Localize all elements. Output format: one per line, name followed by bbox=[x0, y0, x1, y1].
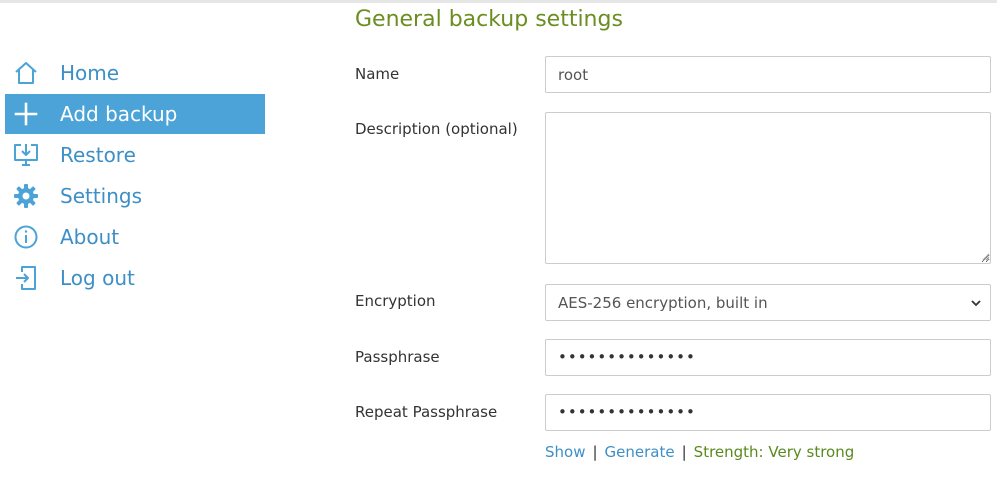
name-input[interactable] bbox=[545, 56, 991, 93]
sidebar-item-label: Settings bbox=[60, 184, 143, 208]
sidebar-item-about[interactable]: About bbox=[5, 217, 265, 257]
description-label: Description (optional) bbox=[355, 120, 518, 138]
top-border bbox=[0, 0, 997, 3]
resize-grip-icon[interactable] bbox=[980, 251, 990, 261]
sidebar-item-label: About bbox=[60, 225, 120, 249]
name-label: Name bbox=[355, 65, 400, 83]
sidebar-item-label: Home bbox=[60, 61, 120, 85]
chevron-down-icon bbox=[970, 297, 982, 309]
sidebar-item-label: Restore bbox=[60, 143, 136, 167]
passphrase-input[interactable]: •••••••••••••• bbox=[545, 339, 991, 376]
gear-icon bbox=[13, 183, 39, 209]
sidebar-item-home[interactable]: Home bbox=[5, 53, 265, 93]
page-title: General backup settings bbox=[355, 7, 623, 32]
sidebar-item-logout[interactable]: Log out bbox=[5, 258, 265, 298]
encryption-selected-value: AES-256 encryption, built in bbox=[558, 294, 768, 312]
repeat-passphrase-input[interactable]: •••••••••••••• bbox=[545, 394, 991, 431]
encryption-label: Encryption bbox=[355, 292, 436, 310]
sidebar-item-add-backup[interactable]: Add backup bbox=[5, 94, 265, 134]
logout-icon bbox=[13, 265, 39, 291]
info-icon bbox=[13, 224, 39, 250]
encryption-select[interactable]: AES-256 encryption, built in bbox=[545, 284, 991, 321]
passphrase-actions: Show | Generate | Strength: Very strong bbox=[545, 442, 854, 462]
strength-indicator: Strength: Very strong bbox=[693, 443, 855, 461]
generate-link[interactable]: Generate bbox=[605, 443, 675, 461]
sidebar-item-label: Log out bbox=[60, 266, 135, 290]
repeat-passphrase-label: Repeat Passphrase bbox=[355, 403, 498, 421]
home-icon bbox=[13, 60, 39, 86]
sidebar-item-label: Add backup bbox=[60, 102, 178, 126]
show-link[interactable]: Show bbox=[545, 443, 585, 461]
plus-icon bbox=[13, 101, 39, 127]
separator: | bbox=[592, 443, 598, 461]
description-textarea[interactable] bbox=[545, 112, 991, 264]
sidebar-item-settings[interactable]: Settings bbox=[5, 176, 265, 216]
restore-icon bbox=[13, 142, 39, 168]
passphrase-label: Passphrase bbox=[355, 348, 440, 366]
sidebar: Home Add backup Restore Settings About L… bbox=[5, 53, 265, 299]
separator: | bbox=[681, 443, 687, 461]
sidebar-item-restore[interactable]: Restore bbox=[5, 135, 265, 175]
